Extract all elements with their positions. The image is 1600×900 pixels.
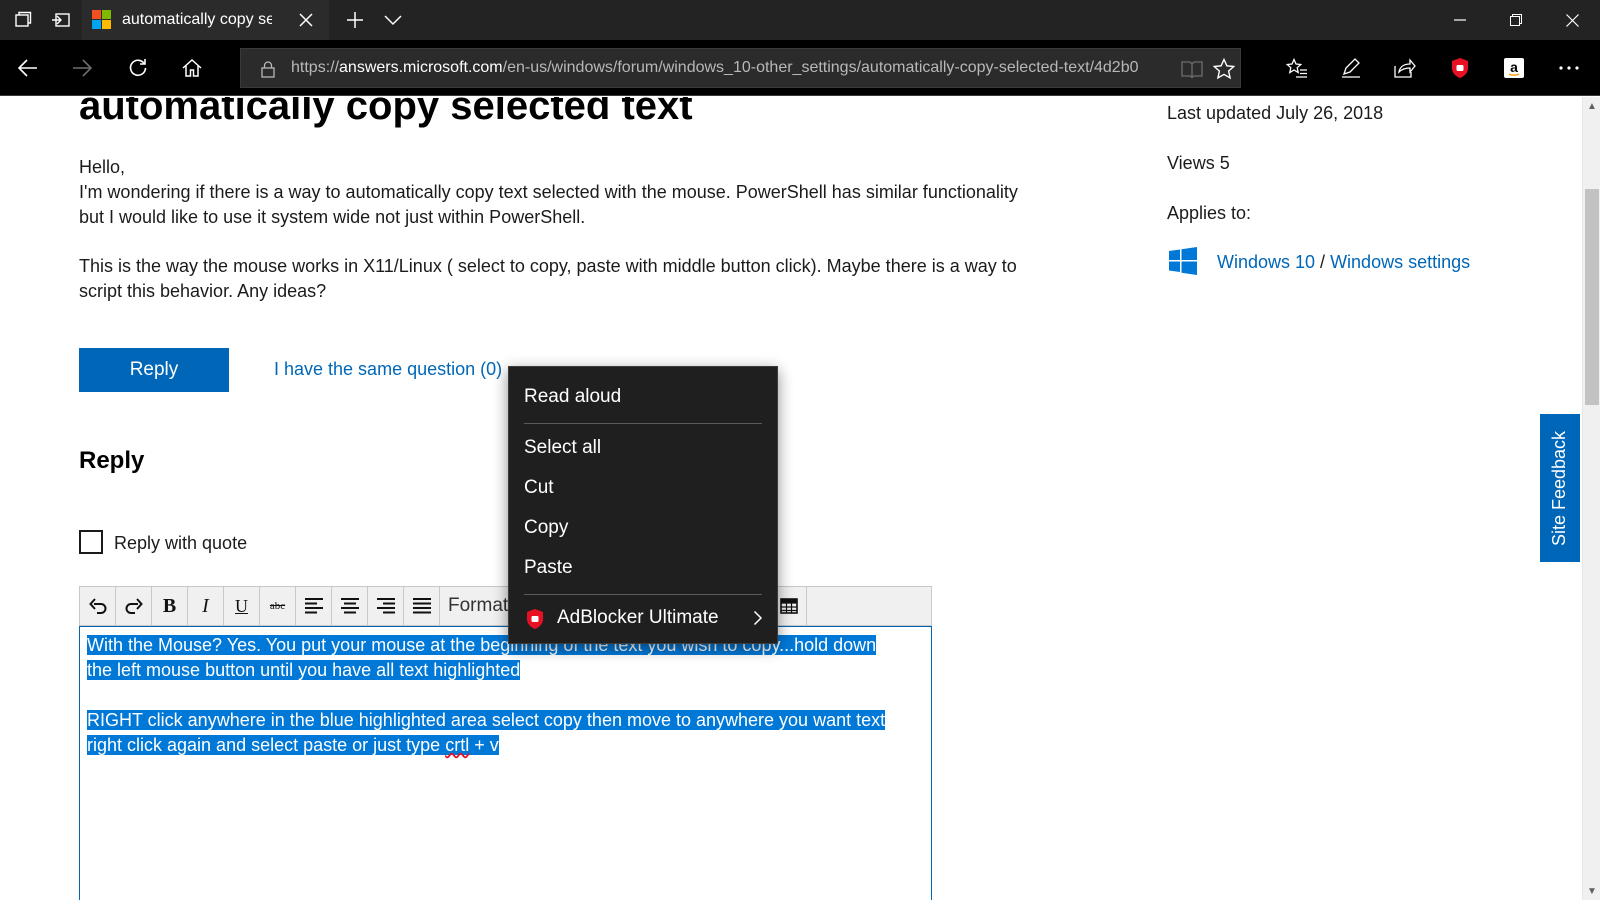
forward-arrow-icon[interactable] bbox=[62, 48, 102, 88]
bold-icon[interactable]: B bbox=[152, 587, 188, 625]
microsoft-favicon-icon bbox=[92, 10, 112, 30]
applies-to-label: Applies to: bbox=[1167, 203, 1252, 223]
reply-heading: Reply bbox=[79, 447, 145, 474]
applies-to-links: Windows 10 / Windows settings bbox=[1217, 252, 1471, 272]
align-center-icon[interactable] bbox=[332, 587, 368, 625]
set-aside-tabs-icon[interactable] bbox=[38, 0, 84, 40]
menu-separator bbox=[524, 423, 762, 424]
reply-button[interactable]: Reply bbox=[79, 348, 229, 392]
minimize-icon[interactable] bbox=[1432, 0, 1488, 40]
selected-text: the left mouse button until you have all… bbox=[87, 660, 521, 680]
question-body: Hello, I'm wondering if there is a way t… bbox=[79, 155, 1019, 304]
home-icon[interactable] bbox=[172, 48, 212, 88]
misspelled-word: crtl bbox=[445, 735, 470, 755]
menu-separator bbox=[524, 594, 762, 595]
page-scrollbar[interactable]: ▲ ▼ bbox=[1582, 97, 1600, 900]
windows-10-link[interactable]: Windows 10 bbox=[1217, 252, 1315, 272]
lock-icon bbox=[253, 54, 283, 84]
browser-window: automatically copy selected text bbox=[0, 0, 1600, 900]
reading-view-icon[interactable] bbox=[1177, 54, 1207, 84]
post-paragraph: I'm wondering if there is a way to autom… bbox=[79, 182, 1018, 227]
scrollbar-thumb[interactable] bbox=[1585, 189, 1599, 405]
justify-icon[interactable] bbox=[404, 587, 440, 625]
selected-text: RIGHT click anywhere in the blue highlig… bbox=[87, 710, 886, 730]
refresh-icon[interactable] bbox=[118, 48, 158, 88]
views-count: Views 5 bbox=[1167, 153, 1230, 173]
menu-item-copy[interactable]: Copy bbox=[509, 510, 777, 546]
page-content: automatically copy selected text Hello, … bbox=[0, 97, 1582, 900]
adblocker-extension-icon[interactable] bbox=[1440, 48, 1480, 88]
scroll-down-icon[interactable]: ▼ bbox=[1583, 882, 1600, 900]
tab-title: automatically copy selected text bbox=[122, 11, 272, 28]
url-text[interactable]: https://answers.microsoft.com/en-us/wind… bbox=[291, 59, 1171, 77]
editor-content[interactable]: With the Mouse? Yes. You put your mouse … bbox=[87, 633, 927, 758]
menu-item-read-aloud[interactable]: Read aloud bbox=[509, 379, 777, 415]
share-icon[interactable] bbox=[1385, 48, 1425, 88]
context-menu: Read aloud Select all Cut Copy Paste AdB… bbox=[508, 366, 778, 644]
last-updated: Last updated July 26, 2018 bbox=[1167, 103, 1384, 123]
back-arrow-icon[interactable] bbox=[8, 48, 48, 88]
address-bar[interactable]: https://answers.microsoft.com/en-us/wind… bbox=[240, 48, 1241, 88]
post-greeting: Hello, bbox=[79, 157, 126, 177]
menu-item-cut[interactable]: Cut bbox=[509, 470, 777, 506]
windows-settings-link[interactable]: Windows settings bbox=[1330, 252, 1470, 272]
tab-close-icon[interactable] bbox=[294, 8, 318, 32]
redo-icon[interactable] bbox=[116, 587, 152, 625]
menu-item-paste[interactable]: Paste bbox=[509, 550, 777, 586]
scroll-up-icon[interactable]: ▲ bbox=[1583, 97, 1600, 115]
align-left-icon[interactable] bbox=[296, 587, 332, 625]
menu-item-select-all[interactable]: Select all bbox=[509, 430, 777, 466]
same-question-link[interactable]: I have the same question (0) bbox=[274, 359, 502, 380]
italic-icon[interactable]: I bbox=[188, 587, 224, 625]
menu-item-adblocker[interactable]: AdBlocker Ultimate bbox=[509, 600, 777, 636]
strikethrough-icon[interactable]: abc bbox=[260, 587, 296, 625]
amazon-extension-icon[interactable]: a bbox=[1494, 48, 1534, 88]
align-right-icon[interactable] bbox=[368, 587, 404, 625]
web-note-pen-icon[interactable] bbox=[1331, 48, 1371, 88]
windows-logo-icon bbox=[1169, 247, 1197, 275]
underline-icon[interactable]: U bbox=[224, 587, 260, 625]
adblocker-label: AdBlocker Ultimate bbox=[557, 607, 719, 628]
reply-with-quote-checkbox[interactable] bbox=[79, 530, 103, 554]
tab-strip: automatically copy selected text bbox=[0, 0, 1600, 40]
navigation-bar: https://answers.microsoft.com/en-us/wind… bbox=[0, 40, 1600, 96]
restore-icon[interactable] bbox=[1488, 0, 1544, 40]
favorites-hub-icon[interactable] bbox=[1277, 48, 1317, 88]
close-window-icon[interactable] bbox=[1544, 0, 1600, 40]
reply-with-quote-label[interactable]: Reply with quote bbox=[114, 533, 247, 554]
tab-list-chevron-icon[interactable] bbox=[370, 0, 416, 40]
adblocker-shield-icon bbox=[525, 608, 545, 630]
editor-toolbar: B I U abc Format bbox=[79, 586, 932, 626]
undo-icon[interactable] bbox=[80, 587, 116, 625]
post-paragraph: This is the way the mouse works in X11/L… bbox=[79, 256, 1017, 301]
submenu-chevron-icon bbox=[753, 606, 763, 632]
question-title: automatically copy selected text bbox=[79, 97, 693, 128]
svg-text:a: a bbox=[1510, 59, 1518, 75]
more-options-icon[interactable] bbox=[1549, 48, 1589, 88]
selected-text: right click again and select paste or ju… bbox=[87, 735, 499, 755]
tab-active[interactable]: automatically copy selected text bbox=[82, 0, 329, 40]
site-feedback-button[interactable]: Site Feedback bbox=[1540, 414, 1580, 562]
favorite-star-icon[interactable] bbox=[1209, 54, 1239, 84]
reply-editor[interactable]: With the Mouse? Yes. You put your mouse … bbox=[79, 626, 932, 900]
